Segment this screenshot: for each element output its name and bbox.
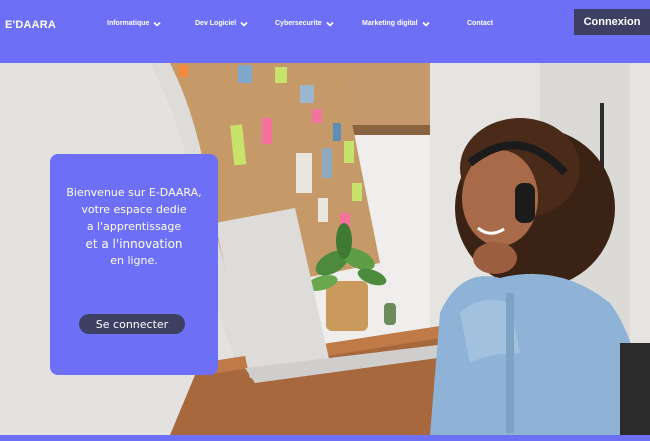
welcome-line-3: a l'apprentissage — [86, 220, 182, 233]
nav-item-label: Informatique — [107, 20, 150, 27]
bottom-bar — [0, 435, 650, 441]
signin-button[interactable]: Se connecter — [79, 314, 185, 334]
top-navbar: E'DAARA Informatique Dev Logiciel Cybers… — [0, 0, 650, 63]
nav-item-cybersecurite[interactable]: Cybersecurite — [275, 20, 334, 27]
chevron-down-icon — [153, 21, 161, 27]
nav-item-informatique[interactable]: Informatique — [107, 20, 161, 27]
chevron-down-icon — [240, 21, 248, 27]
login-button[interactable]: Connexion — [574, 9, 650, 35]
nav-item-marketing-digital[interactable]: Marketing digital — [362, 20, 430, 27]
welcome-line-5: en ligne. — [110, 254, 158, 267]
nav-item-contact[interactable]: Contact — [467, 20, 493, 27]
welcome-line-4: et a l'innovation — [85, 237, 183, 251]
nav-item-label: Contact — [467, 20, 494, 27]
nav-item-label: Marketing digital — [362, 20, 418, 27]
hero-section: Bienvenue sur E-DAARA, votre espace dedi… — [0, 63, 650, 435]
nav-item-dev-logiciel[interactable]: Dev Logiciel — [195, 20, 248, 27]
welcome-line-1: Bienvenue sur E-DAARA, — [66, 186, 202, 199]
chevron-down-icon — [422, 21, 430, 27]
chevron-down-icon — [326, 21, 334, 27]
nav-item-label: Dev Logiciel — [195, 20, 237, 27]
nav-item-label: Cybersecurite — [275, 20, 322, 27]
site-logo[interactable]: E'DAARA — [5, 19, 56, 31]
welcome-card: Bienvenue sur E-DAARA, votre espace dedi… — [50, 154, 218, 375]
welcome-line-2: votre espace dedie — [81, 203, 187, 216]
